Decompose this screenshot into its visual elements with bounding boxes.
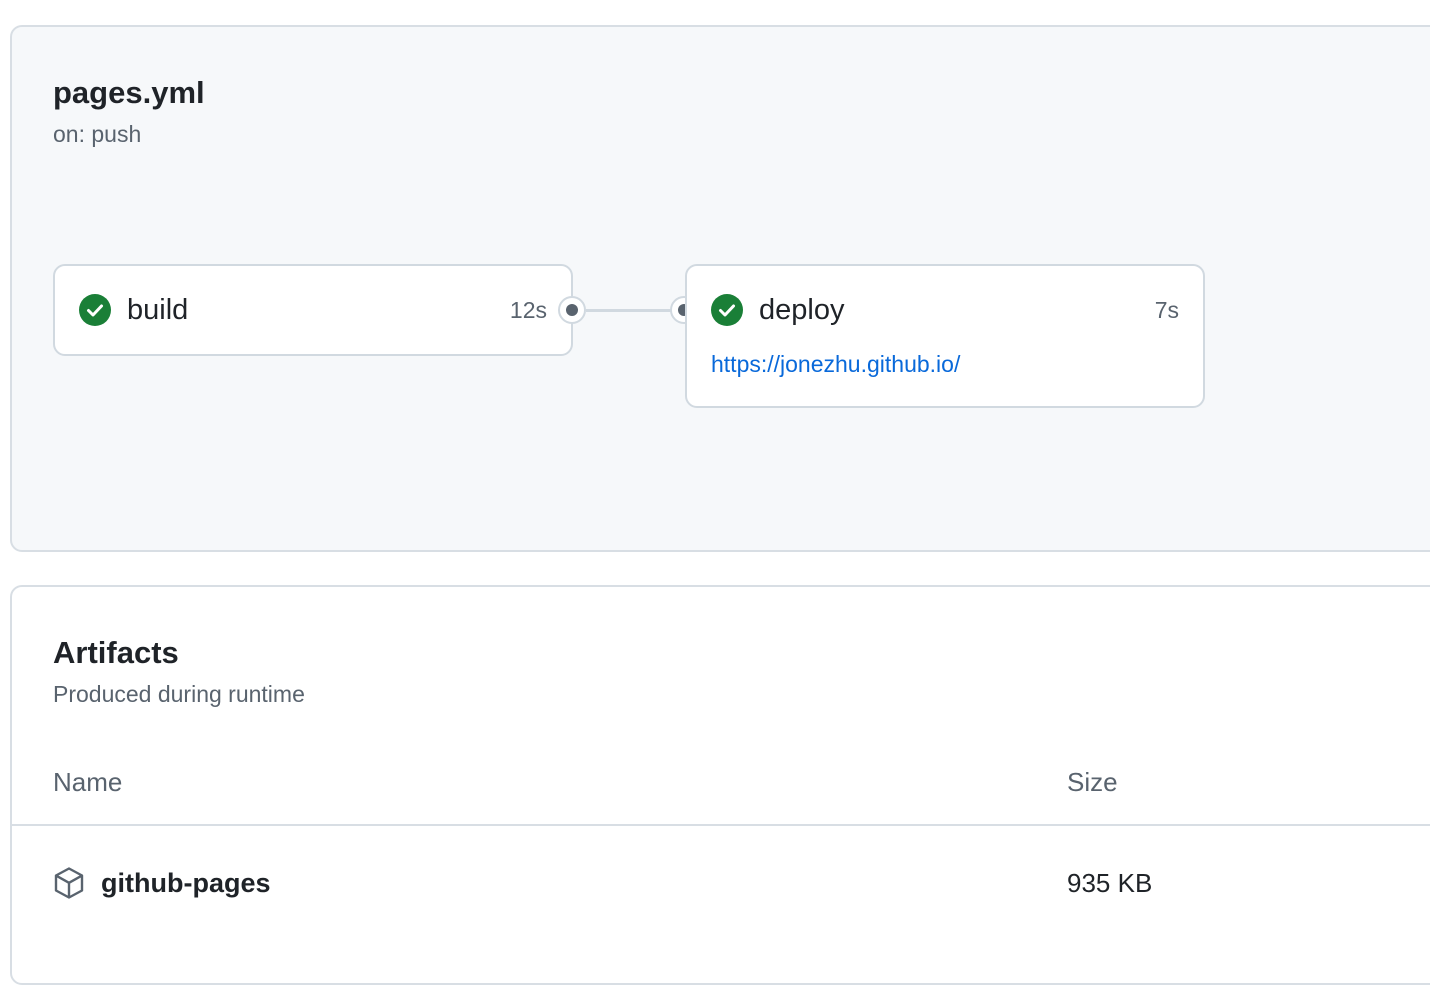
artifacts-subtitle: Produced during runtime — [53, 681, 305, 707]
job-connector-line — [586, 309, 672, 312]
deployment-url-link[interactable]: https://jonezhu.github.io/ — [711, 348, 960, 380]
artifacts-title: Artifacts — [53, 635, 179, 670]
job-name: build — [127, 294, 189, 326]
workflow-graph-panel: pages.yml on: push build 12s deploy 7s h… — [10, 25, 1430, 552]
success-check-icon — [79, 294, 111, 326]
job-duration: 12s — [509, 297, 547, 323]
artifact-size: 935 KB — [1067, 868, 1153, 898]
job-card-deploy[interactable]: deploy 7s https://jonezhu.github.io/ — [685, 264, 1205, 408]
workflow-trigger: on: push — [53, 121, 142, 147]
artifacts-panel: Artifacts Produced during runtime Name S… — [10, 585, 1430, 985]
success-check-icon — [711, 294, 743, 326]
table-divider — [12, 824, 1430, 826]
column-header-name: Name — [53, 767, 123, 797]
job-name: deploy — [759, 294, 845, 326]
artifact-name-link[interactable]: github-pages — [101, 865, 271, 901]
workflow-title[interactable]: pages.yml — [53, 73, 205, 113]
job-card-build[interactable]: build 12s — [53, 264, 573, 356]
column-header-size: Size — [1067, 767, 1118, 797]
job-output-node — [558, 296, 586, 324]
job-duration: 7s — [1154, 297, 1179, 323]
package-icon — [53, 866, 85, 905]
